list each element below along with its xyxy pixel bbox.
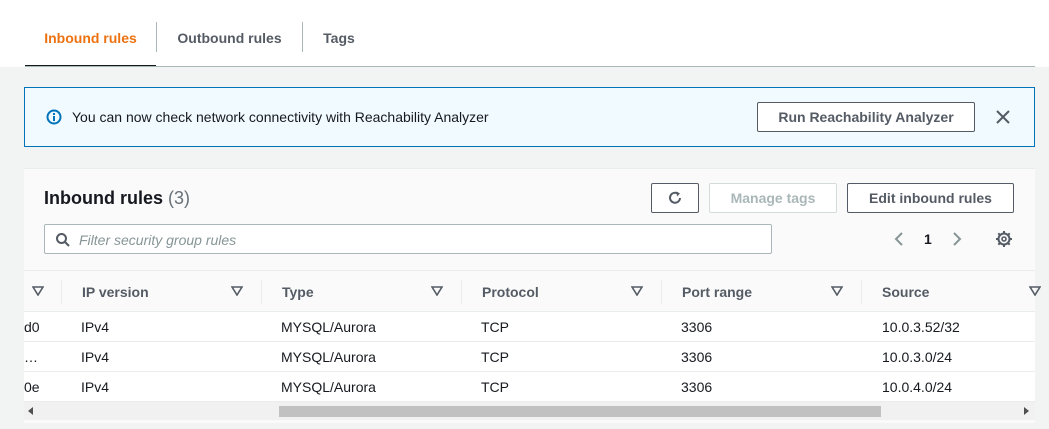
run-reachability-analyzer-button[interactable]: Run Reachability Analyzer [757, 102, 975, 132]
tab-bar: Inbound rules Outbound rules Tags [0, 0, 1049, 67]
column-header-protocol[interactable]: Protocol [482, 271, 539, 313]
cell-source: 10.0.3.0/24 [882, 349, 953, 365]
chevron-left-icon[interactable] [892, 229, 906, 249]
tab-outbound-rules[interactable]: Outbound rules [157, 22, 302, 66]
cell-rule-id: … [24, 349, 38, 365]
info-icon [46, 109, 62, 125]
rules-table: IP version Type Protocol Port range Sour… [24, 270, 1041, 424]
inbound-rules-panel: Inbound rules (3) Manage tags Edit inbou… [24, 168, 1041, 424]
cell-port-range: 3306 [681, 319, 713, 335]
edit-inbound-rules-button[interactable]: Edit inbound rules [847, 183, 1014, 213]
cell-port-range: 3306 [681, 379, 713, 395]
column-divider [861, 280, 862, 304]
filter-input[interactable]: Filter security group rules [44, 224, 772, 254]
column-divider [261, 280, 262, 304]
cell-type: MYSQL/Aurora [281, 319, 376, 335]
column-divider [61, 280, 62, 304]
cell-protocol: TCP [481, 319, 509, 335]
cell-protocol: TCP [481, 349, 509, 365]
search-icon [56, 233, 70, 247]
column-header-source[interactable]: Source [882, 271, 929, 313]
table-row[interactable]: d0 IPv4 MYSQL/Aurora TCP 3306 10.0.3.52/… [24, 312, 1035, 342]
tab-tags[interactable]: Tags [303, 22, 375, 66]
cell-ip-version: IPv4 [81, 379, 110, 395]
cell-protocol: TCP [481, 379, 509, 395]
cell-type: MYSQL/Aurora [281, 379, 376, 395]
page-number[interactable]: 1 [924, 231, 932, 247]
scrollbar-thumb[interactable] [279, 406, 881, 417]
table-row[interactable]: 0e IPv4 MYSQL/Aurora TCP 3306 10.0.4.0/2… [24, 372, 1035, 402]
rule-count: (3) [168, 188, 191, 208]
manage-tags-button[interactable]: Manage tags [709, 183, 837, 213]
table-row[interactable]: … IPv4 MYSQL/Aurora TCP 3306 10.0.3.0/24 [24, 342, 1035, 372]
column-header-port-range[interactable]: Port range [682, 271, 752, 313]
sort-icon[interactable] [631, 286, 643, 296]
info-banner: You can now check network connectivity w… [24, 87, 1035, 147]
cell-type: MYSQL/Aurora [281, 349, 376, 365]
cell-ip-version: IPv4 [81, 349, 110, 365]
tab-label: Outbound rules [177, 30, 282, 46]
sort-icon[interactable] [431, 286, 443, 296]
sort-icon[interactable] [831, 286, 843, 296]
cell-source: 10.0.4.0/24 [882, 379, 953, 395]
sort-icon[interactable] [1029, 286, 1041, 296]
column-header-type[interactable]: Type [282, 271, 314, 313]
chevron-right-icon[interactable] [950, 229, 964, 249]
column-divider [661, 280, 662, 304]
column-header-ip-version[interactable]: IP version [82, 271, 149, 313]
close-icon[interactable] [993, 107, 1013, 127]
cell-source: 10.0.3.52/32 [882, 319, 960, 335]
scroll-left-arrow-icon[interactable] [28, 407, 33, 415]
refresh-icon [669, 191, 681, 204]
panel-title: Inbound rules (3) [44, 188, 190, 209]
tab-inbound-rules[interactable]: Inbound rules [25, 22, 156, 67]
tab-baseline [25, 66, 1035, 67]
banner-message: You can now check network connectivity w… [72, 109, 489, 125]
panel-title-text: Inbound rules [44, 188, 163, 208]
cell-ip-version: IPv4 [81, 319, 110, 335]
gear-icon[interactable] [995, 230, 1013, 248]
tab-label: Inbound rules [44, 30, 137, 46]
table-header: IP version Type Protocol Port range Sour… [24, 270, 1041, 313]
column-divider [461, 280, 462, 304]
scroll-right-arrow-icon[interactable] [1024, 407, 1029, 415]
cell-rule-id: 0e [24, 379, 40, 395]
sort-icon[interactable] [32, 286, 44, 296]
filter-placeholder: Filter security group rules [79, 232, 237, 248]
sort-icon[interactable] [231, 286, 243, 296]
cell-port-range: 3306 [681, 349, 713, 365]
tab-label: Tags [323, 30, 355, 46]
cell-rule-id: d0 [24, 319, 40, 335]
horizontal-scrollbar[interactable] [24, 402, 1035, 420]
refresh-button[interactable] [651, 183, 699, 213]
